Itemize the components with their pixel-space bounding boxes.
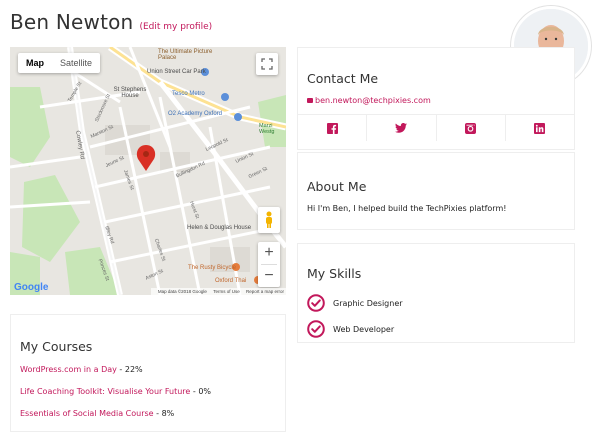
course-link[interactable]: Essentials of Social Media Course [20,409,154,418]
contact-title: Contact Me [307,71,379,86]
skills-title: My Skills [307,266,362,281]
email-text: ben.newton@techpixies.com [315,96,431,105]
google-logo[interactable]: Google [14,282,48,293]
linkedin-icon [534,122,546,134]
fullscreen-button[interactable] [256,53,278,75]
contact-card: Contact Me ben.newton@techpixies.com [297,47,575,150]
course-link[interactable]: WordPress.com in a Day [20,365,117,374]
map-attribution: Map data ©2018 Google Terms of Use Repor… [150,288,286,295]
envelope-icon [307,98,313,103]
twitter-icon [395,123,408,133]
skills-card: My Skills Graphic Designer Web Developer [297,243,575,343]
fullscreen-icon [261,58,273,70]
map-type-control: Map Satellite [18,53,101,73]
about-title: About Me [307,179,367,194]
course-progress: - 8% [153,409,175,418]
courses-card: My Courses WordPress.com in a Day - 22% … [10,314,286,432]
skill-label: Graphic Designer [333,298,403,308]
report-error-link[interactable]: Report a map error [246,289,284,294]
profile-name: Ben Newton [10,10,134,34]
about-card: About Me Hi I'm Ben, I helped build the … [297,152,575,230]
pegman-icon [266,211,272,228]
zoom-control: + − [258,242,280,287]
instagram-link[interactable] [437,115,506,141]
course-link[interactable]: Life Coaching Toolkit: Visualise Your Fu… [20,387,190,396]
check-circle-icon [307,294,325,312]
edit-profile-link[interactable]: (Edit my profile) [139,22,212,32]
facebook-icon [326,122,338,134]
skill-item: Graphic Designer [307,294,403,312]
zoom-in-button[interactable]: + [258,242,280,264]
skill-label: Web Developer [333,324,395,334]
about-text: Hi I'm Ben, I helped build the TechPixie… [307,204,507,213]
map-type-satellite-button[interactable]: Satellite [52,53,100,73]
course-progress: - 0% [190,387,212,396]
course-item: Essentials of Social Media Course - 8% [20,409,174,418]
map-type-map-button[interactable]: Map [18,53,52,73]
facebook-link[interactable] [298,115,368,141]
map-canvas[interactable] [10,47,286,295]
profile-header: Ben Newton (Edit my profile) [10,10,212,34]
instagram-icon [465,122,477,134]
linkedin-link[interactable] [506,115,574,141]
terms-link[interactable]: Terms of Use [213,289,240,294]
courses-title: My Courses [20,339,93,354]
street-view-button[interactable] [258,207,280,233]
skill-item: Web Developer [307,320,394,338]
location-map[interactable]: The Ultimate Picture Palace Union Street… [10,47,286,295]
social-links [298,114,574,141]
course-item: Life Coaching Toolkit: Visualise Your Fu… [20,387,211,396]
course-item: WordPress.com in a Day - 22% [20,365,143,374]
course-progress: - 22% [116,365,143,374]
email-link[interactable]: ben.newton@techpixies.com [307,96,431,105]
google-logo-text: Google [14,282,49,293]
check-circle-icon [307,320,325,338]
twitter-link[interactable] [367,115,437,141]
zoom-out-button[interactable]: − [258,265,280,287]
map-data-text: Map data ©2018 Google [157,289,207,294]
